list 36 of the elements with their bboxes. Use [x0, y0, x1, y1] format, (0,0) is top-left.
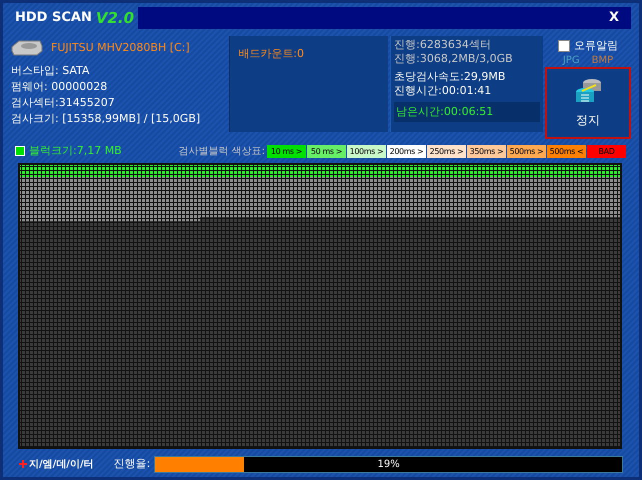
bad-count-text: 배드카운트:0: [238, 47, 304, 60]
block-size-swatch-icon: [15, 146, 25, 156]
error-alert-label: 오류알림: [574, 38, 618, 54]
drive-info-text: 펌웨어: 00000028: [11, 78, 108, 94]
format-option: BMP: [592, 54, 614, 66]
legend-swatch: 100ms >: [347, 144, 386, 158]
drive-info-text: 검사크기: [15358,99MB] / [15,0GB]: [11, 110, 202, 126]
progress-reading: 19%: [376, 458, 401, 472]
window-title: HDD SCAN: [15, 9, 92, 28]
progress-label: 진행율:: [114, 456, 150, 472]
legend-title: 검사별블럭 색상표:: [178, 144, 265, 158]
elapsed-time-text: 진행시간:00:01:41: [394, 84, 492, 98]
legend-swatch: 50 ms >: [307, 144, 346, 158]
version-label: V2.0: [96, 8, 134, 29]
legend-swatch: BAD: [587, 144, 626, 158]
hard-drive-icon: [11, 40, 43, 56]
drive-name: FUJITSU MHV2080BH [C:]: [51, 40, 190, 56]
progress-info-text: 진행:6283634섹터: [394, 38, 492, 52]
legend-swatch: 10 ms >: [267, 144, 306, 158]
remaining-time-text: 남은시간:00:06:51: [394, 102, 540, 122]
plus-icon: [19, 460, 27, 468]
legend-swatch: 500ms <: [547, 144, 586, 158]
format-option: JPG: [562, 54, 580, 66]
progress-info-text: 진행:3068,2MB/3,0GB: [394, 52, 514, 66]
speed-text: 초당검사속도:29,9MB: [394, 70, 506, 84]
drive-info-text: 검사섹터:31455207: [11, 94, 116, 110]
drive-info-text: 버스타입: SATA: [11, 62, 90, 78]
legend-swatch: 250ms >: [427, 144, 466, 158]
legend-swatch: 350ms >: [467, 144, 506, 158]
stop-button[interactable]: 정지: [545, 66, 631, 138]
brand-text: 지/엠/데/이/터: [29, 458, 94, 472]
legend-swatch: 200ms >: [387, 144, 426, 158]
legend-swatch: 500ms >: [507, 144, 546, 158]
error-alert-checkbox[interactable]: [558, 40, 570, 52]
close-button[interactable]: X: [608, 8, 619, 28]
block-size-text: 블럭크기:7,17 MB: [29, 142, 122, 159]
